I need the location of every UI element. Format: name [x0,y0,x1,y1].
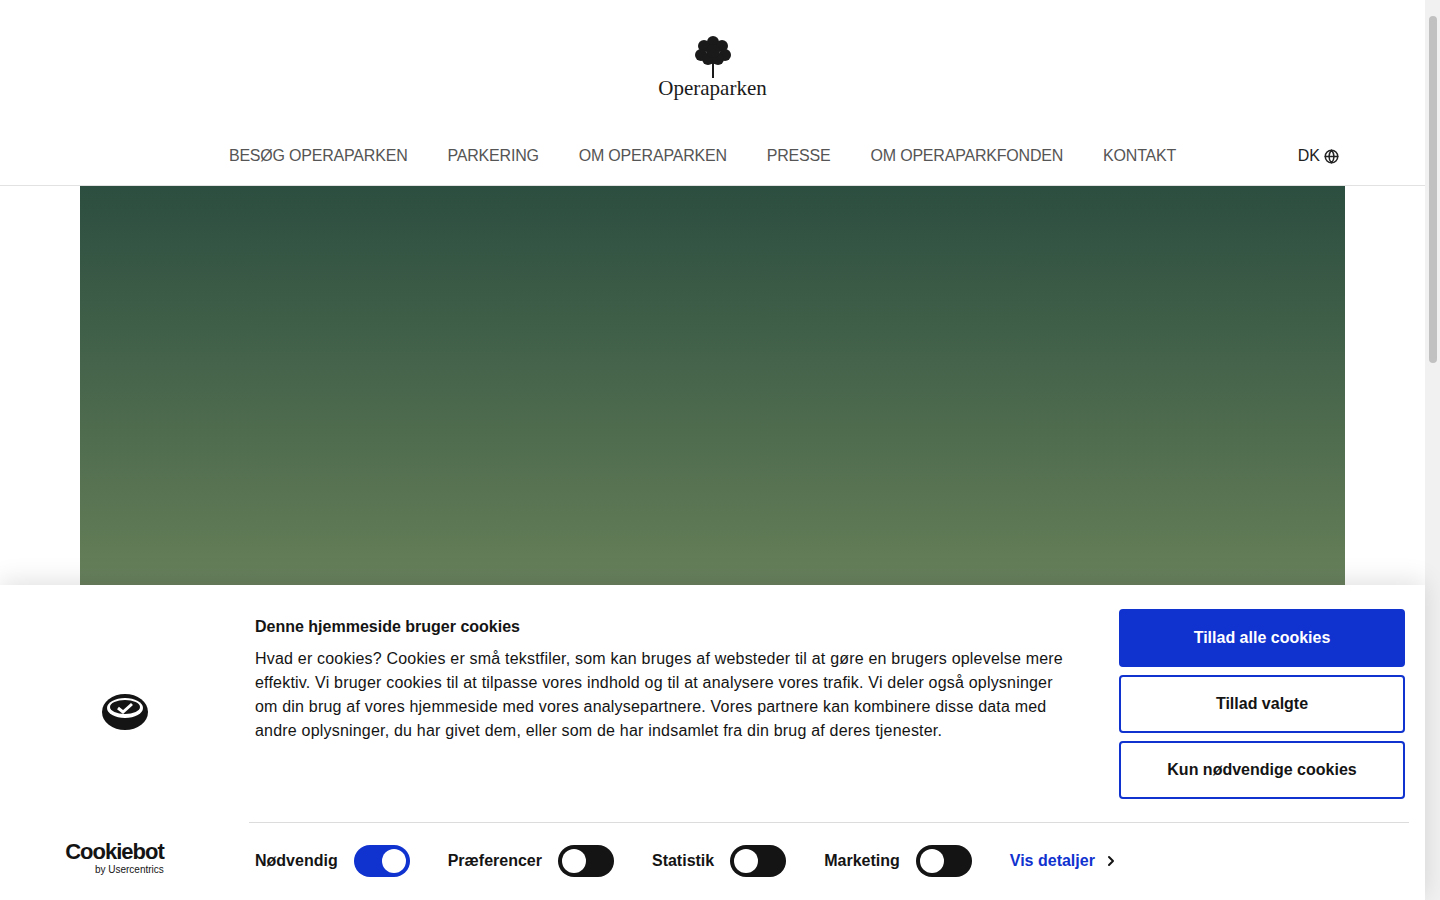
toggle-switch[interactable] [558,845,614,877]
cookie-toggle[interactable]: Præferencer [448,845,614,877]
cookie-icon [102,693,148,731]
scrollbar[interactable] [1425,0,1440,900]
header: Operaparken BESØG OPERAPARKEN PARKERING OM … [0,0,1425,186]
scrollbar-thumb[interactable] [1429,16,1437,363]
cookie-button[interactable]: Tillad valgte [1119,675,1405,733]
cookie-body: Hvad er cookies? Cookies er små tekstfil… [255,647,1065,743]
cookiebot-brand[interactable]: Cookiebotby Usercentrics [65,840,164,876]
page: Operaparken BESØG OPERAPARKEN PARKERING OM … [0,0,1440,900]
language-button[interactable]: DK [1298,144,1339,168]
nav-item[interactable]: BESØG OPERAPARKEN [229,144,408,168]
logo[interactable]: Operaparken [658,0,766,100]
details-link[interactable]: Vis detaljer [1010,849,1119,873]
main-nav: BESØG OPERAPARKEN PARKERING OM OPERAPARKEN… [0,127,1425,185]
toggle-row: Nødvendig Præferencer Statistik Marketing Vi… [249,823,1409,900]
cookie-toggle[interactable]: Statistik [652,845,786,877]
cookie-toggle[interactable]: Marketing [824,845,972,877]
nav-item[interactable]: OM OPERAPARKEN [579,144,727,168]
cookie-banner: Cookiebotby Usercentrics Denne hjemmeside… [0,585,1425,900]
nav-item[interactable]: PARKERING [447,144,538,168]
tree-logo-icon [694,34,732,78]
cookie-button[interactable]: Tillad alle cookies [1119,609,1405,667]
cookie-title: Denne hjemmeside bruger cookies [255,617,1065,637]
divider [249,822,1409,823]
cookie-toggle[interactable]: Nødvendig [255,845,410,877]
toggle-switch[interactable] [916,845,972,877]
toggle-switch[interactable] [354,845,410,877]
nav-item[interactable]: KONTAKT [1103,144,1176,168]
chevron-right-icon [1103,853,1119,869]
cookie-button[interactable]: Kun nødvendige cookies [1119,741,1405,799]
toggle-switch[interactable] [730,845,786,877]
nav-item[interactable]: OM OPERAPARKFONDEN [871,144,1064,168]
globe-icon [1324,149,1339,164]
nav-item[interactable]: PRESSE [767,144,831,168]
